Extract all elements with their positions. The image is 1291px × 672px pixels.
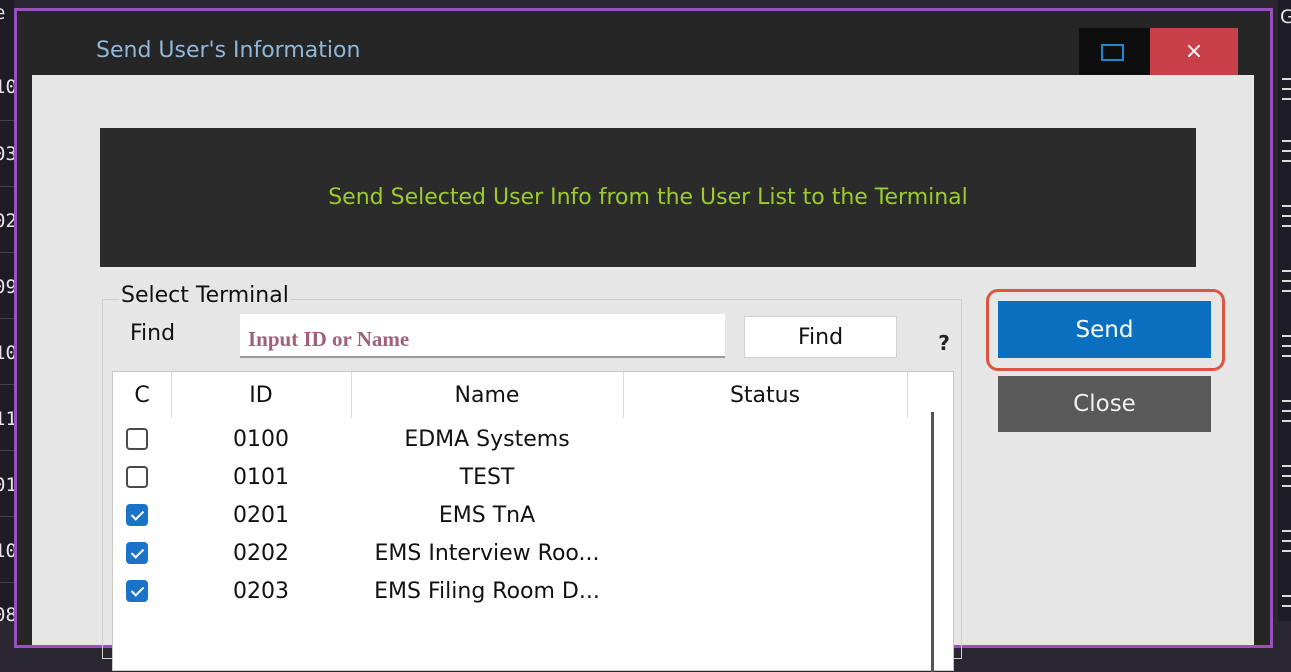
window-title: Send User's Information [96, 38, 361, 63]
cell-status [623, 420, 907, 458]
select-terminal-label: Select Terminal [119, 283, 291, 308]
close-button[interactable]: Close [998, 376, 1211, 432]
cell-status [623, 458, 907, 496]
scrollbar[interactable] [931, 412, 934, 672]
terminal-list: C ID Name Status 0100 EDMA Systems 0101 TES… [112, 371, 954, 672]
find-button[interactable]: Find [744, 316, 897, 358]
cell-status [623, 496, 907, 534]
maximize-button[interactable] [1079, 28, 1150, 75]
cell-name: TEST [459, 464, 515, 490]
cell-status [623, 534, 907, 572]
cell-name: EMS Filing Room D... [374, 578, 600, 604]
instruction-banner: Send Selected User Info from the User Li… [100, 128, 1196, 267]
column-header-name[interactable]: Name [351, 372, 623, 418]
send-users-information-dialog: Send User's Information × Send Selected … [14, 8, 1273, 672]
row-checkbox[interactable] [126, 466, 148, 488]
cell-id: 0202 [233, 540, 289, 566]
search-input[interactable] [240, 314, 725, 358]
help-icon[interactable]: ? [929, 328, 959, 358]
cell-id: 0201 [233, 502, 289, 528]
bg-fragment: e [0, 2, 5, 24]
window-close-button[interactable]: × [1150, 28, 1238, 75]
table-row[interactable]: 0202 EMS Interview Roo... [113, 534, 913, 572]
row-checkbox[interactable] [126, 542, 148, 564]
cell-id: 0100 [233, 426, 289, 452]
table-row[interactable]: 0101 TEST [113, 458, 913, 496]
bg-fragment: G [1280, 6, 1291, 28]
column-header-status[interactable]: Status [623, 372, 907, 418]
column-header-id[interactable]: ID [171, 372, 351, 418]
table-row[interactable]: 0201 EMS TnA [113, 496, 913, 534]
cell-name: EDMA Systems [404, 426, 570, 452]
row-checkbox[interactable] [126, 580, 148, 602]
background-app-right-column: G [1278, 0, 1291, 621]
cell-id: 0101 [233, 464, 289, 490]
cell-name: EMS TnA [438, 502, 536, 528]
row-checkbox[interactable] [126, 428, 148, 450]
table-row[interactable]: 0100 EDMA Systems [113, 420, 913, 458]
close-icon: × [1184, 39, 1204, 64]
column-header-check[interactable]: C [113, 372, 171, 418]
row-checkbox[interactable] [126, 504, 148, 526]
background-app-left-column: e 10 03 02 09 10 11 01 10 08 [0, 0, 17, 626]
cell-id: 0203 [233, 578, 289, 604]
cell-status [623, 572, 907, 610]
dialog-body: Send Selected User Info from the User Li… [32, 75, 1254, 672]
find-label: Find [130, 321, 176, 346]
cell-name: EMS Interview Roo... [374, 540, 600, 566]
maximize-icon [1101, 44, 1124, 61]
table-row[interactable]: 0203 EMS Filing Room D... [113, 572, 913, 610]
banner-text: Send Selected User Info from the User Li… [328, 185, 968, 210]
send-button[interactable]: Send [998, 301, 1211, 358]
title-bar[interactable]: Send User's Information × [17, 11, 1270, 75]
